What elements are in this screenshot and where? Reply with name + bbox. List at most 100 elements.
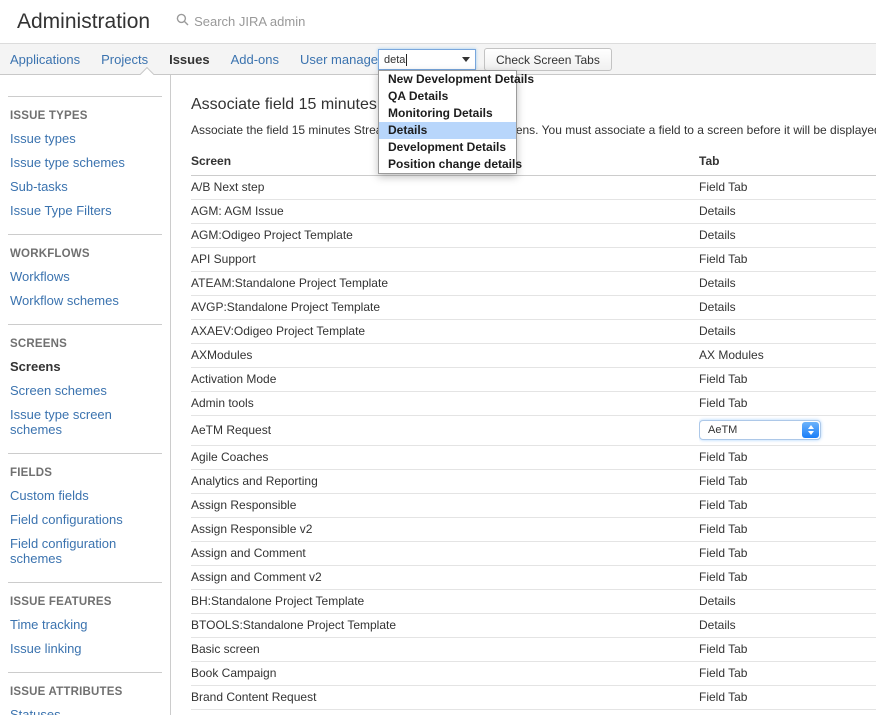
tab-cell: Details [699, 590, 876, 614]
tab-cell: AX Modules [699, 344, 876, 368]
sidebar-item-issue-type-screen-schemes[interactable]: Issue type screen schemes [10, 403, 160, 442]
check-screen-tabs-button[interactable]: Check Screen Tabs [484, 48, 612, 71]
screen-name-cell: Book Campaign [191, 662, 699, 686]
tab-cell: Details [699, 320, 876, 344]
nav-item-applications[interactable]: Applications [10, 52, 80, 67]
table-row: ATEAM:Standalone Project TemplateDetails [191, 272, 876, 296]
screen-name-cell: AXAEV:Odigeo Project Template [191, 320, 699, 344]
select-stepper-icon [802, 422, 819, 438]
dropdown-option-development-details[interactable]: Development Details [379, 139, 516, 156]
page-title: Administration [17, 10, 150, 34]
screen-name-cell: Admin tools [191, 392, 699, 416]
table-row: Brand Content RequestField Tab [191, 686, 876, 710]
table-row: API SupportField Tab [191, 248, 876, 272]
sidebar-section-title: ISSUE FEATURES [10, 596, 160, 608]
admin-search [176, 13, 364, 31]
dropdown-option-monitoring-details[interactable]: Monitoring Details [379, 105, 516, 122]
nav-item-projects[interactable]: Projects [101, 52, 148, 67]
admin-sidebar: ISSUE TYPES Issue typesIssue type schemes… [0, 75, 171, 715]
dropdown-option-new-development-details[interactable]: New Development Details [379, 71, 516, 88]
tab-cell: Details [699, 224, 876, 248]
table-row: AGM:Odigeo Project TemplateDetails [191, 224, 876, 248]
table-row: Book CampaignField Tab [191, 662, 876, 686]
tab-cell: Field Tab [699, 638, 876, 662]
tab-cell: Field Tab [699, 248, 876, 272]
table-row: Assign ResponsibleField Tab [191, 494, 876, 518]
sidebar-section-fields: FIELDS Custom fieldsField configurationsF… [8, 453, 162, 582]
screen-name-cell: AGM:Odigeo Project Template [191, 224, 699, 248]
sidebar-item-issue-type-schemes[interactable]: Issue type schemes [10, 151, 160, 175]
tab-cell: Field Tab [699, 470, 876, 494]
tab-cell: Field Tab [699, 392, 876, 416]
screen-name-cell: BTOOLS:Standalone Project Template [191, 614, 699, 638]
sidebar-item-issue-linking[interactable]: Issue linking [10, 637, 160, 661]
screen-name-cell: Assign Responsible [191, 494, 699, 518]
main-content: Associate field 15 minutes Stream to scr… [171, 75, 876, 715]
nav-item-add-ons[interactable]: Add-ons [231, 52, 279, 67]
sidebar-section-title: FIELDS [10, 467, 160, 479]
tab-cell: Details [699, 614, 876, 638]
section-heading: Associate field 15 minutes Stream to scr… [191, 96, 876, 114]
table-row: Analytics and ReportingField Tab [191, 470, 876, 494]
tab-suggestions-dropdown: New Development DetailsQA DetailsMonitor… [378, 70, 517, 174]
screen-name-cell: Brand Content Request [191, 686, 699, 710]
sidebar-item-sub-tasks[interactable]: Sub-tasks [10, 175, 160, 199]
dropdown-option-details[interactable]: Details [379, 122, 516, 139]
sidebar-section-issue-features: ISSUE FEATURES Time trackingIssue linking [8, 582, 162, 672]
table-row: AeTM Request AeTM [191, 416, 876, 446]
table-row: Assign and CommentField Tab [191, 542, 876, 566]
sidebar-section-title: SCREENS [10, 338, 160, 350]
screen-tabs-combobox[interactable]: deta [378, 49, 476, 70]
screen-name-cell: AeTM Request [191, 416, 699, 446]
combobox-value: deta [384, 54, 405, 66]
sidebar-item-statuses[interactable]: Statuses [10, 703, 160, 715]
sidebar-item-custom-fields[interactable]: Custom fields [10, 484, 160, 508]
sidebar-item-screen-schemes[interactable]: Screen schemes [10, 379, 160, 403]
screen-name-cell: Assign and Comment [191, 542, 699, 566]
sidebar-section-workflows: WORKFLOWS WorkflowsWorkflow schemes [8, 234, 162, 324]
nav-item-issues[interactable]: Issues [169, 52, 209, 67]
screen-name-cell: API Support [191, 248, 699, 272]
sidebar-section-title: WORKFLOWS [10, 248, 160, 260]
dropdown-option-position-change-details[interactable]: Position change details [379, 156, 516, 173]
tab-cell: Field Tab [699, 518, 876, 542]
screen-name-cell: Assign Responsible v2 [191, 518, 699, 542]
sidebar-section-issue-attributes: ISSUE ATTRIBUTESStatusesResolutionsPrior… [8, 672, 162, 715]
sidebar-item-screens[interactable]: Screens [10, 355, 160, 379]
screen-name-cell: AXModules [191, 344, 699, 368]
table-row: AXModulesAX Modules [191, 344, 876, 368]
tab-cell: AeTM [699, 416, 876, 446]
column-header-tab: Tab [699, 148, 876, 176]
section-description: Associate the field 15 minutes Stream to… [191, 123, 876, 137]
tab-cell: Details [699, 272, 876, 296]
search-input[interactable] [194, 14, 364, 29]
sidebar-item-workflows[interactable]: Workflows [10, 265, 160, 289]
table-row: Agile CoachesField Tab [191, 446, 876, 470]
table-header-row: Screen Tab [191, 148, 876, 176]
sidebar-section-title: ISSUE TYPES [10, 110, 160, 122]
tab-select[interactable]: AeTM [699, 420, 821, 440]
screen-name-cell: AGM: AGM Issue [191, 200, 699, 224]
sidebar-item-issue-types[interactable]: Issue types [10, 127, 160, 151]
tab-cell: Field Tab [699, 368, 876, 392]
top-header: Administration [0, 0, 876, 43]
sidebar-item-issue-type-filters[interactable]: Issue Type Filters [10, 199, 160, 223]
tab-cell: Field Tab [699, 662, 876, 686]
dropdown-option-qa-details[interactable]: QA Details [379, 88, 516, 105]
sidebar-item-field-configuration-schemes[interactable]: Field configuration schemes [10, 532, 160, 571]
sidebar-item-time-tracking[interactable]: Time tracking [10, 613, 160, 637]
sidebar-section-title: ISSUE ATTRIBUTES [10, 686, 160, 698]
screen-name-cell: Analytics and Reporting [191, 470, 699, 494]
sidebar-item-field-configurations[interactable]: Field configurations [10, 508, 160, 532]
combobox-caret-icon [462, 57, 470, 62]
sidebar-item-workflow-schemes[interactable]: Workflow schemes [10, 289, 160, 313]
screens-table: Screen Tab A/B Next stepField TabAGM: AG… [191, 148, 876, 710]
tab-cell: Details [699, 200, 876, 224]
tab-cell: Field Tab [699, 566, 876, 590]
screen-name-cell: Agile Coaches [191, 446, 699, 470]
screen-name-cell: Assign and Comment v2 [191, 566, 699, 590]
table-row: BTOOLS:Standalone Project TemplateDetail… [191, 614, 876, 638]
tab-select-value: AeTM [708, 424, 737, 436]
table-row: Admin toolsField Tab [191, 392, 876, 416]
tab-cell: Field Tab [699, 542, 876, 566]
